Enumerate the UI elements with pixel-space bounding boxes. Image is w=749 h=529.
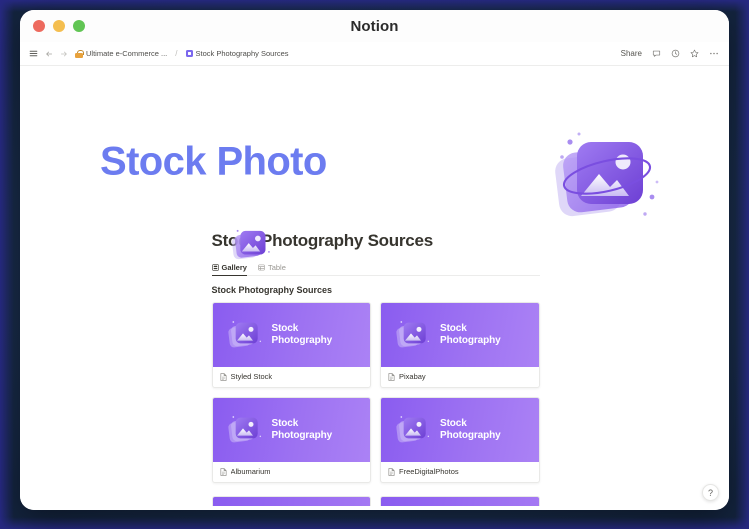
- gallery-card[interactable]: Stock Photography Pixabay: [380, 302, 540, 388]
- cover-text-line1: Stock: [440, 323, 467, 335]
- cover-text-line1: Stock: [271, 418, 299, 430]
- card-cover-text: Stock Photography: [272, 418, 333, 442]
- minimize-button[interactable]: [53, 20, 65, 32]
- card-cover-text: Stock Photography: [272, 323, 333, 347]
- hamburger-menu-icon[interactable]: [29, 49, 38, 58]
- page-square-icon: [185, 50, 193, 57]
- gallery-grid: Stock Photography Styled Stock Stock Pho…: [211, 302, 540, 487]
- card-cover-text: Stock Photography: [440, 323, 501, 347]
- more-horizontal-icon[interactable]: [709, 49, 719, 58]
- gallery-card[interactable]: Stock Photography Albumarium: [211, 397, 371, 483]
- cover-text-line1: Stock: [271, 323, 299, 335]
- close-button[interactable]: [33, 20, 45, 32]
- page-title: Stock Photo: [100, 139, 327, 184]
- hero-section: Stock Photo: [20, 66, 729, 260]
- notion-app-window: Notion Ultimate e-Commerce ... / Stock P…: [20, 10, 729, 510]
- page-doc-icon: [220, 372, 227, 381]
- star-icon[interactable]: [690, 49, 699, 58]
- tab-table-label: Table: [267, 263, 286, 272]
- gallery-card[interactable]: Stock Photography Styled Stock: [211, 302, 371, 388]
- share-button[interactable]: Share: [621, 49, 642, 58]
- page-doc-icon: [388, 467, 395, 476]
- table-view-icon: [258, 264, 265, 271]
- gallery-card[interactable]: Stock Photography FreeDigitalPhotos: [380, 397, 540, 483]
- breadcrumb-item-page[interactable]: Stock Photography Sources: [185, 49, 289, 58]
- breadcrumb-item-workspace[interactable]: Ultimate e-Commerce ...: [75, 49, 167, 58]
- cover-text-line2: Photography: [440, 430, 501, 441]
- stock-photo-3d-icon-card: [225, 315, 265, 355]
- card-cover: Stock Photography: [212, 398, 370, 462]
- maximize-button[interactable]: [73, 20, 85, 32]
- help-button[interactable]: ?: [702, 484, 719, 501]
- gallery-card-partial[interactable]: [380, 496, 540, 506]
- stock-photo-3d-icon-card: [225, 410, 265, 450]
- lock-emoji-icon: [75, 49, 84, 58]
- card-title: Pixabay: [399, 372, 426, 381]
- tab-table[interactable]: Table: [258, 263, 286, 275]
- card-cover-text: Stock Photography: [440, 418, 501, 442]
- breadcrumb-separator: /: [175, 49, 178, 58]
- content-column: Stock Photography Sources Gallery Table: [210, 231, 540, 506]
- breadcrumb-label-page: Stock Photography Sources: [195, 49, 289, 58]
- window-title: Notion: [350, 17, 399, 35]
- app-toolbar: Ultimate e-Commerce ... / Stock Photogra…: [20, 42, 729, 66]
- stock-photo-3d-icon: [545, 124, 665, 234]
- card-cover: Stock Photography: [381, 398, 539, 462]
- cover-text-line1: Stock: [440, 418, 467, 430]
- page-doc-icon: [388, 372, 395, 381]
- card-footer: FreeDigitalPhotos: [381, 462, 539, 482]
- page-scroll-area[interactable]: Stock Photo Stock Photography Sources Ga…: [20, 66, 729, 510]
- card-title: FreeDigitalPhotos: [399, 467, 459, 476]
- stock-photo-3d-icon-card: [393, 410, 433, 450]
- gallery-next-row-partial: [211, 496, 540, 506]
- desktop-backdrop: Notion Ultimate e-Commerce ... / Stock P…: [0, 0, 749, 529]
- card-cover: Stock Photography: [212, 303, 370, 367]
- gallery-group-title: Stock Photography Sources: [211, 285, 333, 295]
- stock-photo-3d-icon-card: [393, 315, 433, 355]
- cover-text-line2: Photography: [271, 335, 333, 346]
- stock-photo-3d-icon-small: [228, 224, 274, 266]
- toolbar-right-group: Share: [621, 49, 719, 58]
- card-footer: Styled Stock: [213, 367, 371, 387]
- card-footer: Albumarium: [213, 462, 371, 482]
- clock-history-icon[interactable]: [671, 49, 680, 58]
- forward-arrow-icon[interactable]: [60, 50, 68, 58]
- toolbar-left-group: Ultimate e-Commerce ... / Stock Photogra…: [29, 49, 621, 58]
- breadcrumb-label-workspace: Ultimate e-Commerce ...: [86, 49, 168, 58]
- gallery-view-icon: [211, 264, 219, 271]
- tab-gallery[interactable]: Gallery: [211, 263, 248, 276]
- card-title: Styled Stock: [230, 372, 273, 381]
- card-footer: Pixabay: [381, 367, 539, 387]
- window-titlebar: Notion: [20, 10, 729, 42]
- card-cover: Stock Photography: [381, 303, 539, 367]
- card-title: Albumarium: [230, 467, 271, 476]
- cover-text-line2: Photography: [271, 430, 333, 441]
- back-arrow-icon[interactable]: [45, 50, 53, 58]
- traffic-lights: [20, 20, 85, 32]
- comment-bubble-icon[interactable]: [652, 49, 661, 58]
- cover-text-line2: Photography: [440, 335, 501, 346]
- page-doc-icon: [220, 467, 227, 476]
- tab-gallery-label: Gallery: [221, 263, 247, 272]
- gallery-card-partial[interactable]: [211, 496, 371, 506]
